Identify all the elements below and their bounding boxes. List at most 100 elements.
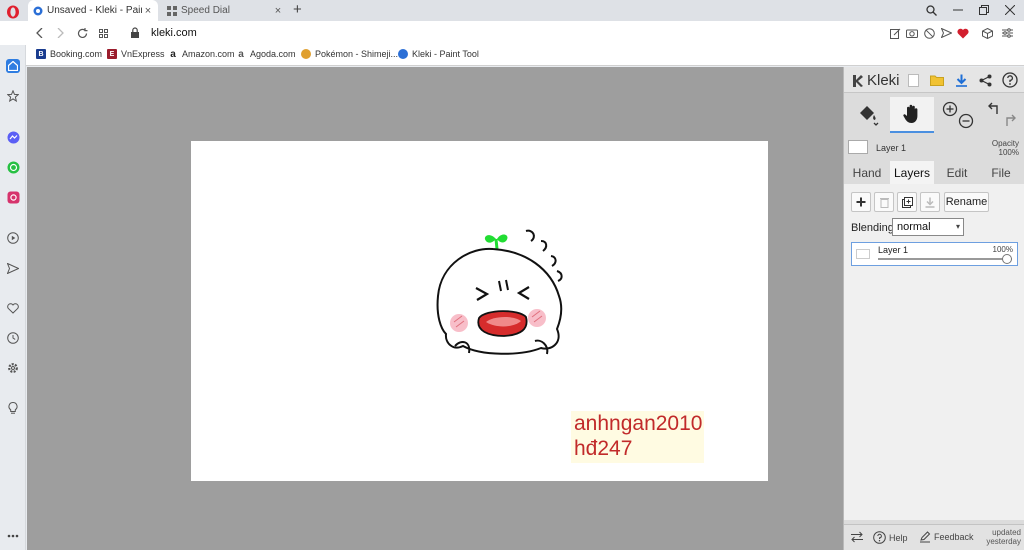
new-tab-button[interactable]: +	[293, 1, 302, 18]
agoda-icon: a	[236, 49, 246, 60]
tab-title: Speed Dial	[181, 5, 230, 16]
address-bar: kleki.com	[0, 21, 1024, 45]
zoom-out-icon[interactable]	[958, 113, 974, 129]
fill-tool-icon[interactable]	[848, 97, 888, 133]
help-circle-icon	[873, 531, 886, 544]
search-tabs-icon[interactable]	[921, 2, 941, 18]
slider-handle[interactable]	[1002, 254, 1012, 264]
browser-tab-strip: Unsaved - Kleki - Paint Tool × Speed Dia…	[0, 0, 1024, 21]
lock-icon[interactable]	[130, 27, 140, 38]
drawing-canvas[interactable]: anhngan2010 hđ247	[191, 141, 768, 481]
more-icon[interactable]	[6, 529, 20, 543]
add-layer-icon[interactable]	[851, 192, 871, 212]
instagram-icon[interactable]	[6, 190, 20, 204]
tab-edit[interactable]: Edit	[936, 161, 978, 184]
tab-file[interactable]: File	[980, 161, 1022, 184]
updated-note: updated yesterday	[986, 528, 1021, 546]
tab-title: Unsaved - Kleki - Paint Tool	[47, 5, 142, 16]
tab-speed-dial[interactable]: Speed Dial ×	[162, 0, 288, 21]
merge-down-icon[interactable]	[920, 192, 940, 212]
open-folder-icon[interactable]	[928, 71, 946, 89]
blending-mode-select[interactable]: normal ▾	[892, 218, 964, 236]
signature-line-2: hđ247	[574, 437, 633, 460]
settings-icon[interactable]	[6, 361, 20, 375]
new-image-icon[interactable]	[904, 71, 922, 89]
reload-button[interactable]	[74, 25, 90, 41]
zoom-controls	[938, 97, 978, 133]
bookmark-vnexpress[interactable]: E VnExpress	[107, 49, 165, 59]
bookmark-label: VnExpress	[121, 49, 165, 59]
tiles-icon[interactable]	[96, 25, 112, 41]
updated-line-2: yesterday	[986, 537, 1021, 546]
swap-side-icon[interactable]	[850, 531, 864, 543]
kleki-logo[interactable]: Kleki	[850, 72, 900, 89]
player-icon[interactable]	[6, 231, 20, 245]
bookmark-booking[interactable]: B Booking.com	[36, 49, 102, 59]
back-button[interactable]	[32, 25, 48, 41]
kleki-footer: Help Feedback updated yesterday	[844, 524, 1024, 550]
tab-kleki[interactable]: Unsaved - Kleki - Paint Tool ×	[28, 0, 158, 21]
close-tab-icon[interactable]: ×	[142, 5, 154, 17]
kleki-tool-panel: Kleki Layer 1 Opacity 100% Hand Layers Ed…	[843, 67, 1024, 550]
kleki-logo-text: Kleki	[867, 72, 900, 89]
whatsapp-icon[interactable]	[6, 160, 20, 174]
layer-item-thumbnail	[856, 249, 870, 259]
heart-icon[interactable]	[957, 27, 969, 39]
bookmark-amazon[interactable]: a Amazon.com	[168, 49, 235, 60]
opera-logo-icon[interactable]	[6, 5, 20, 19]
vnexpress-icon: E	[107, 49, 117, 59]
adblock-icon[interactable]	[923, 27, 935, 39]
opacity-value: 100%	[998, 148, 1019, 157]
close-window-button[interactable]	[1000, 2, 1020, 18]
feedback-link[interactable]: Feedback	[919, 531, 974, 543]
browser-sidebar	[0, 45, 26, 550]
hand-tool-icon[interactable]	[890, 97, 934, 133]
history-icon[interactable]	[6, 331, 20, 345]
layer-item-name: Layer 1	[878, 245, 909, 255]
close-tab-icon[interactable]: ×	[272, 5, 284, 17]
heart-icon[interactable]	[6, 301, 20, 315]
url-field[interactable]: kleki.com	[151, 27, 197, 39]
help-icon[interactable]	[1001, 71, 1019, 89]
signature-text-layer: anhngan2010 hđ247	[571, 411, 704, 463]
current-layer-name: Layer 1	[876, 143, 907, 153]
blending-label: Blending	[851, 222, 894, 234]
share-icon[interactable]	[976, 71, 994, 89]
layer-list-item[interactable]: Layer 1 100%	[851, 242, 1018, 266]
bookmark-pokemon[interactable]: Pokémon - Shimeji...	[301, 49, 398, 59]
bookmark-agoda[interactable]: a Agoda.com	[236, 49, 296, 60]
easy-setup-icon[interactable]	[1001, 27, 1013, 39]
forward-button[interactable]	[52, 25, 68, 41]
pokemon-icon	[301, 49, 311, 59]
tool-row	[844, 95, 1024, 135]
camera-icon[interactable]	[906, 27, 918, 39]
star-icon[interactable]	[6, 89, 20, 103]
help-link[interactable]: Help	[873, 531, 908, 544]
layer-opacity-slider[interactable]	[878, 254, 1012, 264]
bookmarks-bar: B Booking.com E VnExpress a Amazon.com a Ago…	[0, 45, 1024, 66]
messenger-icon[interactable]	[6, 130, 20, 144]
extensions-icon[interactable]	[981, 27, 993, 39]
restore-button[interactable]	[974, 2, 994, 18]
edit-icon[interactable]	[889, 27, 901, 39]
amazon-icon: a	[168, 49, 178, 60]
duplicate-layer-icon[interactable]	[897, 192, 917, 212]
download-icon[interactable]	[952, 71, 970, 89]
bookmark-kleki[interactable]: Kleki - Paint Tool	[398, 49, 479, 59]
home-icon[interactable]	[6, 59, 20, 73]
opacity-readout: Opacity 100%	[992, 139, 1019, 157]
tab-hand[interactable]: Hand	[846, 161, 888, 184]
bookmark-label: Kleki - Paint Tool	[412, 49, 479, 59]
zoom-in-icon[interactable]	[942, 101, 958, 117]
minimize-button[interactable]	[948, 2, 968, 18]
send-icon[interactable]	[6, 261, 20, 275]
canvas-workspace[interactable]: anhngan2010 hđ247	[27, 67, 843, 550]
undo-icon[interactable]	[988, 102, 998, 114]
flow-icon[interactable]	[940, 27, 952, 39]
layer-thumbnail	[848, 140, 868, 154]
redo-icon[interactable]	[1006, 114, 1016, 126]
delete-layer-icon[interactable]	[874, 192, 894, 212]
tab-layers[interactable]: Layers	[890, 161, 934, 184]
rename-layer-button[interactable]: Rename	[944, 192, 989, 212]
lightbulb-icon[interactable]	[6, 401, 20, 415]
